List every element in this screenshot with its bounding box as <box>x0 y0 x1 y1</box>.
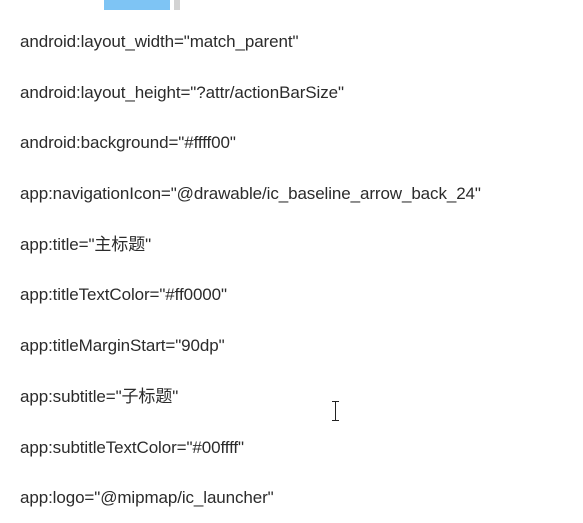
attr-line-title: app:title="主标题" <box>20 234 152 254</box>
cursor-cap-bottom <box>332 420 339 421</box>
attr-line-layout-width: android:layout_width="match_parent" <box>20 32 299 51</box>
attr-line-navigation-icon: app:navigationIcon="@drawable/ic_baselin… <box>20 184 481 204</box>
attr-line-layout-height: android:layout_height="?attr/actionBarSi… <box>20 82 344 102</box>
attr-line-title-margin-start: app:titleMarginStart="90dp" <box>20 336 225 356</box>
fragment-gray-block <box>174 0 180 10</box>
attr-line-logo: app:logo="@mipmap/ic_launcher" <box>20 488 274 508</box>
cursor-stem <box>335 402 336 420</box>
attr-line-title-text-color: app:titleTextColor="#ff0000" <box>20 285 227 305</box>
attr-line-subtitle: app:subtitle="子标题" <box>20 386 179 406</box>
attribute-list: android:layout_width="match_parent" andr… <box>20 29 580 523</box>
text-cursor-icon <box>330 400 342 424</box>
top-image-fragment <box>104 0 180 10</box>
attr-line-subtitle-text-color: app:subtitleTextColor="#00ffff" <box>20 437 244 457</box>
document-page: android:layout_width="match_parent" andr… <box>0 0 583 523</box>
attr-line-background: android:background="#ffff00" <box>20 133 236 153</box>
fragment-blue-block <box>104 0 170 10</box>
